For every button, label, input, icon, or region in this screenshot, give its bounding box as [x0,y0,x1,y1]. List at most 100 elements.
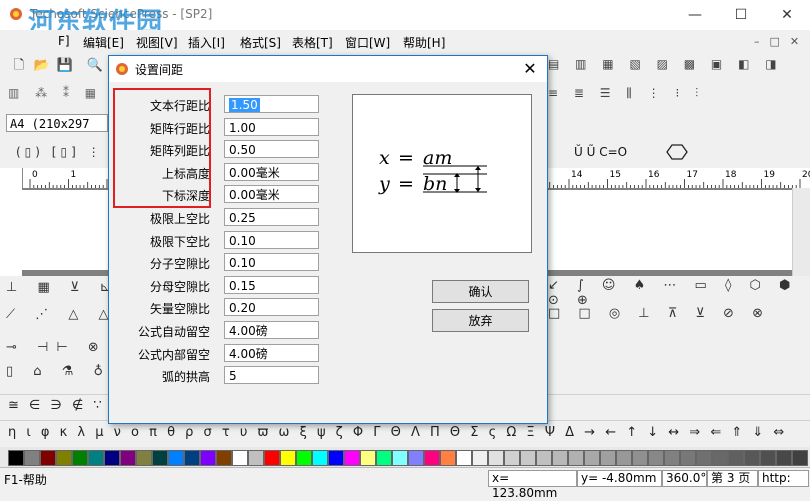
menu-help[interactable]: 帮助[H] [403,34,445,51]
new-file-icon[interactable]: 🗋 [10,57,28,75]
color-swatch[interactable] [280,450,296,466]
dialog-close-button[interactable]: ✕ [517,58,543,80]
print-preview-icon[interactable]: 🔍 [86,57,104,75]
color-swatch[interactable] [408,450,424,466]
status-x-coord: x= 123.80mm [488,470,577,500]
color-swatch[interactable] [312,450,328,466]
field-input[interactable]: 0.10 [224,253,319,271]
menu-format[interactable]: 格式[S] [240,34,281,51]
color-swatch[interactable] [56,450,72,466]
color-swatch[interactable] [712,450,728,466]
maximize-button[interactable]: ☐ [718,0,764,30]
palette-tools-row1-right[interactable]: ↙ ∫ ☺ ♠ ⋯ ▭ ◊ ⬡ ⬢ ⊙ ⊕ [548,278,810,308]
bracket-icons[interactable]: (▯) [▯] ⋮ [16,145,104,159]
ok-button[interactable]: 确认 [432,280,529,303]
color-swatch[interactable] [728,450,744,466]
field-input[interactable]: 0.50 [224,140,319,158]
menu-insert[interactable]: 插入[I] [188,34,225,51]
align-icons[interactable]: ▥ ⁂ ⁑ ▦ [8,86,102,100]
menu-window[interactable]: 窗口[W] [345,34,390,51]
cancel-button[interactable]: 放弃 [432,309,529,332]
menu-view[interactable]: 视图[V] [136,34,178,51]
status-y-coord: y= -4.80mm [577,470,662,487]
mdi-controls[interactable]: –□✕ [754,35,809,48]
color-swatch[interactable] [744,450,760,466]
field-input[interactable]: 1.00 [224,118,319,136]
paragraph-icons[interactable]: ≡ ≣ ☰ ⫼ ⋮ ⁝ ⫶ [548,86,808,101]
color-swatch[interactable] [664,450,680,466]
color-swatch[interactable] [232,450,248,466]
field-input[interactable]: 1.50 [224,95,319,113]
color-swatch[interactable] [456,450,472,466]
field-input[interactable]: 0.25 [224,208,319,226]
toolbar-standard-right-icons[interactable]: ▤ ▥ ▦ ▧ ▨ ▩ ▣ ◧ ◨ [548,57,808,77]
preview-eq1: = [398,147,414,169]
menu-edit[interactable]: 编辑[E] [83,34,124,51]
color-swatch[interactable] [616,450,632,466]
color-swatch[interactable] [24,450,40,466]
color-swatch[interactable] [120,450,136,466]
color-swatch[interactable] [568,450,584,466]
field-input[interactable]: 5 [224,366,319,384]
color-swatch[interactable] [360,450,376,466]
menu-file-partial[interactable]: F] [58,34,70,48]
color-swatch[interactable] [392,450,408,466]
color-swatch[interactable] [216,450,232,466]
page-size-select[interactable]: A4 (210x297 [6,114,108,132]
field-value: 0.10 [229,234,256,248]
color-swatch[interactable] [328,450,344,466]
field-input[interactable]: 0.20 [224,298,319,316]
vertical-scrollbar[interactable] [792,188,810,276]
field-input[interactable]: 4.00磅 [224,321,319,339]
color-swatch[interactable] [536,450,552,466]
chemistry-tools[interactable]: Ŭ Ũ C=O [574,145,627,159]
color-swatch[interactable] [632,450,648,466]
hexagon-icon[interactable] [662,142,690,165]
color-swatch[interactable] [520,450,536,466]
color-swatch[interactable] [440,450,456,466]
symbol-palette-row2[interactable]: η ι φ κ λ μ ν ο π θ ρ σ τ υ ϖ ω ξ ψ ζ Φ … [0,420,810,447]
menu-table[interactable]: 表格[T] [292,34,333,51]
color-swatch[interactable] [136,450,152,466]
color-swatch[interactable] [680,450,696,466]
field-input[interactable]: 0.00毫米 [224,163,319,181]
color-swatch[interactable] [152,450,168,466]
palette-tools-row2-right[interactable]: □ □ ◎ ⊥ ⊼ ⊻ ⊘ ⊗ [548,306,770,321]
color-swatch[interactable] [696,450,712,466]
color-swatch[interactable] [488,450,504,466]
color-swatch[interactable] [792,450,808,466]
color-swatch[interactable] [552,450,568,466]
minimize-button[interactable]: — [672,0,718,30]
color-swatch[interactable] [472,450,488,466]
field-input[interactable]: 0.00毫米 [224,185,319,203]
color-swatch[interactable] [264,450,280,466]
field-input[interactable]: 4.00磅 [224,344,319,362]
color-swatch[interactable] [168,450,184,466]
color-swatch[interactable] [504,450,520,466]
color-swatch[interactable] [376,450,392,466]
color-swatch[interactable] [104,450,120,466]
color-swatch[interactable] [248,450,264,466]
field-input[interactable]: 0.15 [224,276,319,294]
color-swatch[interactable] [184,450,200,466]
ruler-label: 15 [610,170,621,180]
save-icon[interactable]: 💾 [56,57,74,75]
color-swatch[interactable] [760,450,776,466]
palette-chem-row[interactable]: ▯ ⌂ ⚗ ♁ [6,364,111,379]
color-swatch[interactable] [424,450,440,466]
color-swatch[interactable] [200,450,216,466]
field-input[interactable]: 0.10 [224,231,319,249]
color-swatch[interactable] [296,450,312,466]
color-swatch[interactable] [88,450,104,466]
color-swatch[interactable] [8,450,24,466]
color-swatch[interactable] [776,450,792,466]
color-swatch[interactable] [648,450,664,466]
color-swatch[interactable] [344,450,360,466]
close-button[interactable]: ✕ [764,0,810,30]
color-swatch[interactable] [584,450,600,466]
color-swatch[interactable] [72,450,88,466]
field-value: 0.20 [229,301,256,315]
color-swatch[interactable] [600,450,616,466]
open-folder-icon[interactable]: 📂 [33,57,51,75]
color-swatch[interactable] [40,450,56,466]
